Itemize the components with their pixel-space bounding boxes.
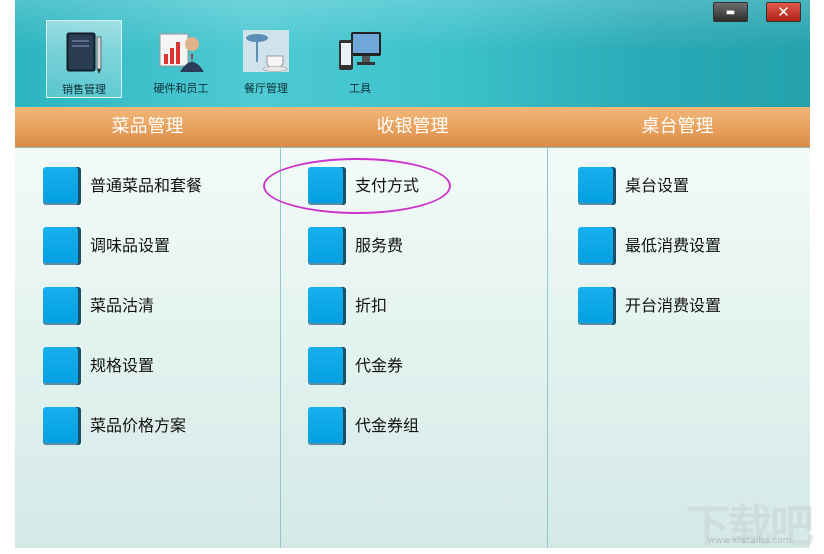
menu-item-square-icon	[43, 287, 81, 325]
menu-item-label: 服务费	[355, 236, 404, 255]
menu-item-label: 调味品设置	[90, 236, 171, 255]
nav-label: 销售管理	[62, 83, 106, 96]
menu-item-label: 普通菜品和套餐	[90, 176, 203, 195]
menu-item-square-icon	[43, 407, 81, 445]
close-icon: ✕	[777, 3, 790, 21]
menu-item-label: 折扣	[355, 296, 388, 315]
nav-restaurant-management[interactable]: 餐厅管理	[228, 20, 304, 98]
menu-item-square-icon	[43, 227, 81, 265]
nav-sales-management[interactable]: 销售管理	[46, 20, 122, 98]
column-divider	[280, 148, 281, 548]
category-header-bar: 菜品管理 收银管理 桌台管理	[15, 107, 810, 148]
menu-item-square-icon	[308, 167, 346, 205]
menu-item-square-icon	[308, 407, 346, 445]
menu-item-square-icon	[308, 227, 346, 265]
menu-item-square-icon	[43, 167, 81, 205]
menu-item-label: 代金券	[355, 356, 404, 375]
coffee-table-icon	[243, 30, 289, 72]
devices-icon	[339, 32, 381, 70]
nav-label: 餐厅管理	[244, 82, 288, 95]
menu-item-square-icon	[578, 287, 616, 325]
menu-item-label: 代金券组	[355, 416, 420, 435]
notebook-pen-icon	[66, 32, 102, 74]
menu-item-label: 菜品价格方案	[90, 416, 187, 435]
category-cashier-management: 收银管理	[376, 116, 449, 137]
nav-label: 工具	[349, 82, 371, 95]
menu-item-label: 最低消费设置	[625, 236, 722, 255]
menu-item-square-icon	[578, 227, 616, 265]
nav-tools[interactable]: 工具	[322, 20, 398, 98]
menu-item-label: 开台消费设置	[625, 296, 722, 315]
menu-item-label: 桌台设置	[625, 176, 690, 195]
minimize-icon: ▬	[725, 6, 736, 18]
menu-item-square-icon	[308, 287, 346, 325]
staff-chart-icon	[159, 33, 204, 72]
nav-label: 硬件和员工	[153, 82, 209, 95]
top-toolbar	[15, 0, 810, 107]
column-divider	[547, 148, 548, 548]
menu-item-label: 规格设置	[90, 356, 155, 375]
nav-hardware-staff[interactable]: 硬件和员工	[143, 20, 219, 98]
menu-item-square-icon	[578, 167, 616, 205]
menu-item-label: 支付方式	[355, 176, 420, 195]
minimize-button[interactable]: ▬	[713, 2, 748, 22]
close-button[interactable]: ✕	[766, 2, 801, 22]
menu-item-label: 菜品沽清	[90, 296, 155, 315]
menu-item-square-icon	[308, 347, 346, 385]
menu-item-square-icon	[43, 347, 81, 385]
category-dish-management: 菜品管理	[111, 116, 184, 137]
category-table-management: 桌台管理	[641, 116, 714, 137]
